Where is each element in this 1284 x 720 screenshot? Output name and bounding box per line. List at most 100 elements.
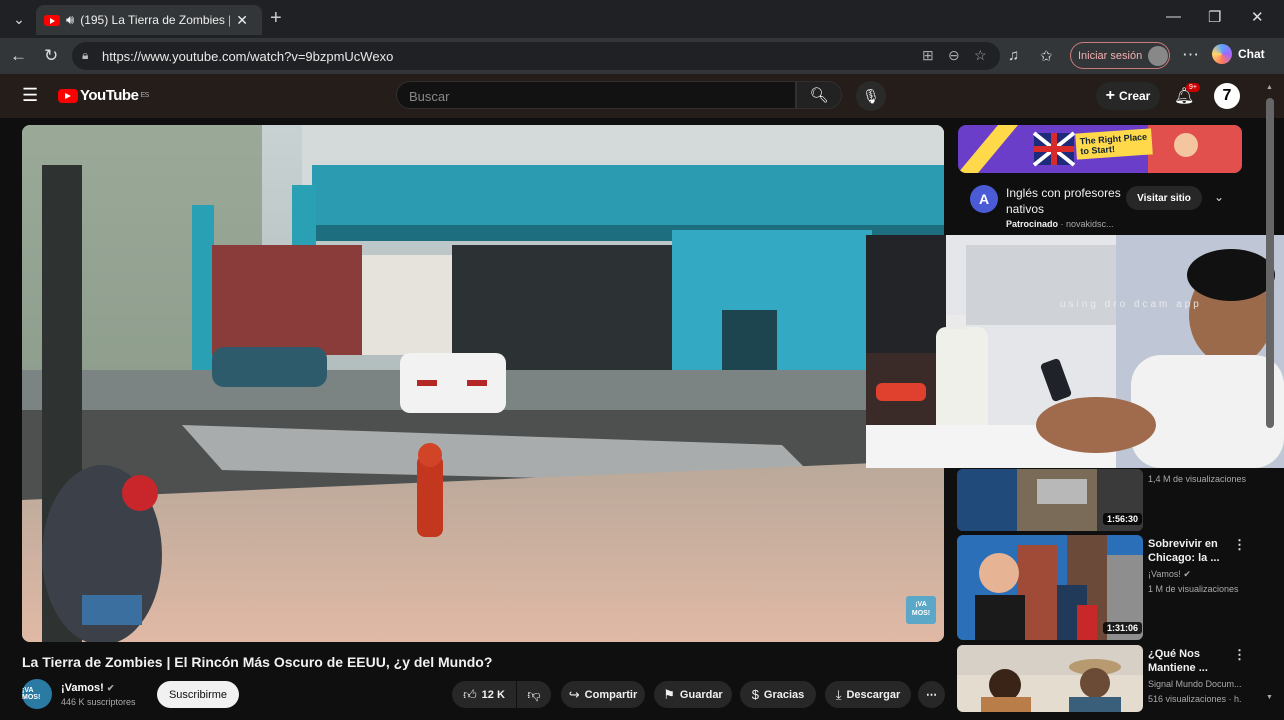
webcam-caption: using dro dcam app (1060, 299, 1202, 310)
page-scrollbar[interactable]: ▲ ▼ (1266, 84, 1274, 710)
recommendation-views: 516 visualizaciones · h. (1148, 694, 1242, 704)
youtube-logo[interactable]: YouTube ES (58, 87, 149, 104)
signin-button[interactable]: Iniciar sesión (1070, 42, 1170, 69)
speaker-icon[interactable]: 🔊︎ (66, 12, 74, 28)
scrollbar-thumb[interactable] (1266, 98, 1274, 428)
channel-name-text: ¡Vamos! (61, 682, 104, 694)
download-button[interactable]: ⤓ Descargar (825, 681, 911, 708)
channel-name[interactable]: ¡Vamos! ✔︎ (61, 682, 114, 694)
subscriber-count: 446 K suscriptores (61, 697, 136, 707)
webcam-overlay (866, 235, 1284, 468)
scroll-down-icon[interactable]: ▼ (1266, 694, 1273, 701)
video-frame (22, 125, 944, 642)
advertiser-logo[interactable]: A (970, 185, 998, 213)
recommendation-thumbnail[interactable]: 1:56:30 (957, 469, 1143, 531)
download-label: Descargar (846, 688, 901, 701)
recommendation-channel[interactable]: Signal Mundo Docum... (1148, 677, 1242, 691)
search-icon: 🔍︎ (809, 87, 829, 104)
download-icon: ⤓ (835, 686, 842, 702)
plus-icon: + (1105, 87, 1115, 104)
search-button[interactable]: 🔍︎ (796, 81, 842, 109)
sponsored-label: Patrocinado (1006, 219, 1059, 229)
youtube-favicon-icon (44, 14, 60, 26)
share-label: Compartir (584, 688, 638, 701)
back-icon[interactable]: ← (10, 46, 27, 66)
verified-icon: ✔︎ (1183, 569, 1191, 579)
signin-label: Iniciar sesión (1078, 49, 1143, 62)
app-icon[interactable]: ⊞ (922, 47, 934, 64)
ad-banner-tagline: The Right Place to Start! (1075, 128, 1153, 160)
voice-search-button[interactable]: 🎙︎ (856, 81, 886, 111)
more-actions-button[interactable]: ⋯ (918, 681, 945, 708)
recommendation-thumbnail[interactable]: 1:31:06 (957, 535, 1143, 640)
site-info-icon[interactable]: 🔒︎ (82, 48, 88, 63)
like-count: 12 K (481, 688, 505, 701)
maximize-icon[interactable]: ❐ (1208, 8, 1221, 26)
account-avatar[interactable]: 7 (1214, 83, 1240, 109)
more-actions-icon[interactable]: ⋮ (1233, 537, 1246, 553)
recommendation-views: 1,4 M de visualizaciones (1148, 474, 1247, 484)
minimize-icon[interactable]: — (1166, 8, 1181, 25)
thumbs-down-icon: 👎︎ (527, 686, 541, 702)
save-label: Guardar (679, 688, 723, 701)
video-duration: 1:31:06 (1103, 622, 1143, 634)
scroll-up-icon[interactable]: ▲ (1266, 84, 1273, 91)
profile-avatar (1148, 45, 1169, 66)
thanks-icon: $ (751, 687, 759, 702)
like-button[interactable]: 👍︎ 12 K (452, 681, 516, 708)
ad-expand-chevron-icon[interactable]: ⌄ (1214, 190, 1224, 204)
create-label: Crear (1118, 89, 1151, 103)
ad-meta: Patrocinado · novakidsc... (1006, 219, 1114, 229)
url-text[interactable]: https://www.youtube.com/watch?v=9bzpmUcW… (102, 49, 393, 64)
channel-avatar[interactable]: ¡VA MOS! (22, 679, 52, 709)
create-button[interactable]: + Crear (1096, 82, 1160, 110)
youtube-wordmark: YouTube (80, 87, 139, 104)
thumbnail-art (957, 645, 1143, 712)
thumbs-up-icon: 👍︎ (463, 686, 477, 702)
recommendation-title[interactable]: Sobrevivir en Chicago: la ... (1148, 537, 1228, 565)
copilot-chat-button[interactable]: Chat (1212, 44, 1265, 64)
address-field[interactable]: 🔒︎ https://www.youtube.com/watch?v=9bzpm… (72, 42, 1000, 70)
favorites-icon[interactable]: ✩ (1040, 47, 1053, 65)
thanks-label: Gracias (763, 688, 805, 701)
webcam-frame (866, 235, 1284, 468)
tab-list-chevron-icon[interactable]: ⌄ (8, 8, 30, 30)
ad-title[interactable]: Inglés con profesores nativos (1006, 185, 1126, 217)
copilot-icon (1212, 44, 1232, 64)
recommendation-channel-name: ¡Vamos! (1148, 569, 1181, 579)
recommendation-thumbnail[interactable] (957, 645, 1143, 712)
subscribe-button[interactable]: Suscribirme (157, 681, 239, 708)
save-button[interactable]: ⚑ Guardar (654, 681, 732, 708)
close-window-icon[interactable]: ✕ (1251, 8, 1264, 26)
menu-icon[interactable]: ☰ (22, 85, 38, 106)
media-control-icon[interactable]: ♫ (1008, 47, 1019, 64)
visit-site-button[interactable]: Visitar sitio (1126, 186, 1202, 210)
more-options-icon[interactable]: ⋯ (1182, 45, 1199, 65)
ad-banner-image[interactable]: The Right Place to Start! (958, 125, 1242, 173)
close-tab-icon[interactable]: ✕ (236, 12, 248, 29)
microphone-icon: 🎙︎ (862, 87, 880, 104)
thanks-button[interactable]: $ Gracias (740, 681, 816, 708)
chat-label: Chat (1238, 47, 1265, 61)
browser-tab[interactable]: 🔊︎ (195) La Tierra de Zombies | El ✕ (36, 5, 262, 35)
favorite-star-icon[interactable]: ☆ (974, 47, 987, 64)
share-icon: ↪ (568, 686, 580, 702)
youtube-play-icon (58, 88, 78, 103)
reload-icon[interactable]: ↻ (44, 46, 58, 66)
recommendation-views: 1 M de visualizaciones (1148, 584, 1239, 594)
channel-watermark[interactable]: ¡VA MOS! (906, 596, 936, 624)
zoom-icon[interactable]: ⊖ (948, 47, 960, 64)
recommendation-channel[interactable]: ¡Vamos! ✔︎ (1148, 567, 1191, 581)
video-player[interactable] (22, 125, 944, 642)
bookmark-icon: ⚑ (663, 686, 675, 702)
search-box[interactable] (396, 81, 796, 109)
recommendation-title[interactable]: ¿Qué Nos Mantiene ... (1148, 647, 1228, 675)
region-code: ES (140, 92, 149, 99)
new-tab-icon[interactable]: + (270, 7, 282, 30)
more-actions-icon[interactable]: ⋮ (1233, 647, 1246, 663)
video-title: La Tierra de Zombies | El Rincón Más Osc… (22, 654, 493, 670)
dislike-button[interactable]: 👎︎ (517, 681, 551, 708)
share-button[interactable]: ↪ Compartir (561, 681, 645, 708)
search-input[interactable] (407, 88, 781, 105)
notifications-badge: 9+ (1186, 83, 1200, 92)
